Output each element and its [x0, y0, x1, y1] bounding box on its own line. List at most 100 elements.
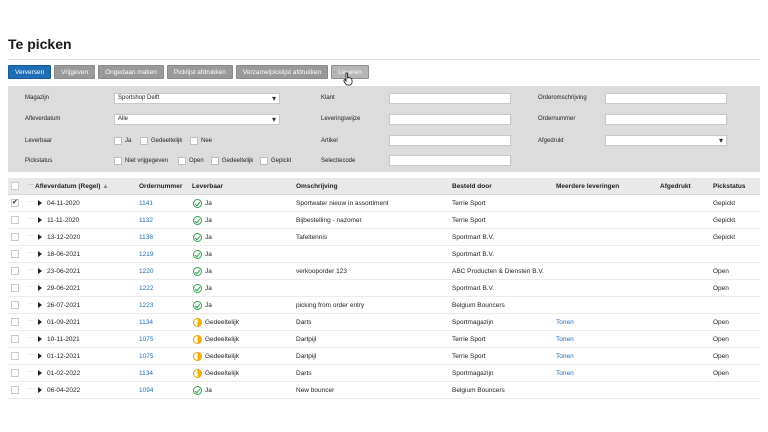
expand-row-icon[interactable] [38, 370, 42, 376]
row-menu-icon[interactable]: … [28, 215, 34, 221]
table-row[interactable]: … 11-11-2020 1132 Ja Bijbestelling - nazomer… [8, 212, 760, 229]
expand-row-icon[interactable] [38, 353, 42, 359]
col-afleverdatum[interactable]: Afleverdatum (Regel) ▲ [35, 183, 109, 190]
expand-row-icon[interactable] [38, 217, 42, 223]
row-checkbox[interactable] [11, 267, 19, 275]
col-afgedrukt[interactable]: Afgedrukt [660, 183, 691, 190]
magazijn-select[interactable]: Sportshop Delft [114, 93, 280, 104]
col-ordernummer[interactable]: Ordernummer [139, 183, 182, 190]
afleverdatum-select[interactable]: Alle [114, 114, 280, 125]
leverbaar-gedeeltelijk-checkbox[interactable] [140, 137, 148, 145]
pickstatus-niet-vrijgegeven-checkbox[interactable] [114, 157, 122, 165]
afgedrukt-select[interactable] [605, 135, 727, 146]
print-picklist-button[interactable]: Picklijst afdrukken [166, 65, 233, 79]
release-button[interactable]: Vrijgeven [54, 65, 96, 79]
row-checkbox[interactable] [11, 352, 19, 360]
row-checkbox[interactable] [11, 198, 19, 207]
row-checkbox[interactable] [11, 301, 19, 309]
table-row[interactable]: … 01-09-2021 1134 Gedeeltelijk Darts Sportmag… [8, 314, 760, 331]
row-checkbox[interactable] [11, 369, 19, 377]
row-checkbox[interactable] [11, 335, 19, 343]
leveringswijze-input[interactable] [389, 114, 511, 125]
ordernummer-link[interactable]: 1223 [139, 302, 153, 309]
table-row[interactable]: … 18-06-2021 1219 Ja Sportmart B.V. [8, 246, 760, 263]
row-menu-icon[interactable]: … [28, 198, 34, 204]
row-menu-icon[interactable]: … [28, 317, 34, 323]
ordernummer-link[interactable]: 1134 [139, 370, 153, 377]
ordernummer-input[interactable] [605, 114, 727, 125]
klant-input[interactable] [389, 93, 511, 104]
tonen-link[interactable]: Tonen [556, 353, 574, 360]
selectiecode-input[interactable] [389, 155, 511, 166]
print-collective-picklist-button[interactable]: Verzamelpicklijst afdrukken [235, 65, 329, 79]
row-menu-icon[interactable]: … [28, 232, 34, 238]
row-menu-icon[interactable]: … [28, 368, 34, 374]
expand-row-icon[interactable] [38, 336, 42, 342]
row-menu-icon[interactable]: … [28, 266, 34, 272]
table-row[interactable]: … 01-02-2022 1134 Gedeeltelijk Darts Sportmag… [8, 365, 760, 382]
table-row[interactable]: … 10-11-2021 1075 Gedeeltelijk Dartpijl Terri… [8, 331, 760, 348]
table-header: … Afleverdatum (Regel) ▲ Ordernummer Lev… [8, 178, 760, 195]
orderomschrijving-input[interactable] [605, 93, 727, 104]
table-body: … 04-11-2020 1141 Ja Sportwater nieuw in ass… [8, 195, 760, 399]
tonen-link[interactable]: Tonen [556, 319, 574, 326]
table-row[interactable]: … 04-11-2020 1141 Ja Sportwater nieuw in ass… [8, 195, 760, 212]
besteld-door-cell: Terrie Sport [452, 353, 486, 360]
row-menu-icon[interactable]: … [28, 283, 34, 289]
pickstatus-open-checkbox[interactable] [178, 157, 186, 165]
row-checkbox[interactable] [11, 386, 19, 394]
tonen-link[interactable]: Tonen [556, 336, 574, 343]
table-row[interactable]: … 01-12-2021 1075 Gedeeltelijk Dartpijl Terri… [8, 348, 760, 365]
ordernummer-link[interactable]: 1075 [139, 353, 153, 360]
expand-row-icon[interactable] [38, 200, 42, 206]
tonen-link[interactable]: Tonen [556, 370, 574, 377]
expand-row-icon[interactable] [38, 251, 42, 257]
pickstatus-gedeeltelijk-checkbox[interactable] [211, 157, 219, 165]
table-row[interactable]: … 23-06-2021 1220 Ja verkooporder 123 ABC Pro… [8, 263, 760, 280]
pickstatus-gepickt-checkbox[interactable] [260, 157, 268, 165]
ordernummer-link[interactable]: 1132 [139, 217, 153, 224]
ordernummer-link[interactable]: 1141 [139, 200, 153, 207]
table-row[interactable]: … 26-07-2021 1223 Ja picking from order entr… [8, 297, 760, 314]
artikel-input[interactable] [389, 135, 511, 146]
leverbaar-cell: Ja [205, 200, 212, 207]
ordernummer-link[interactable]: 1075 [139, 336, 153, 343]
ordernummer-link[interactable]: 1138 [139, 234, 153, 241]
table-row[interactable]: … 13-12-2020 1138 Ja Tafeltennis Sportmart B.… [8, 229, 760, 246]
row-checkbox[interactable] [11, 250, 19, 258]
row-menu-icon[interactable]: … [28, 334, 34, 340]
row-menu-icon[interactable]: … [28, 351, 34, 357]
expand-row-icon[interactable] [38, 234, 42, 240]
table-row[interactable]: … 29-06-2021 1222 Ja Sportmart B.V. Open [8, 280, 760, 297]
row-checkbox[interactable] [11, 233, 19, 241]
col-pickstatus[interactable]: Pickstatus [713, 183, 746, 190]
expand-row-icon[interactable] [38, 302, 42, 308]
select-all-checkbox[interactable] [11, 182, 19, 190]
row-checkbox[interactable] [11, 284, 19, 292]
leverbaar-nee-checkbox[interactable] [190, 137, 198, 145]
refresh-button[interactable]: Verversen [8, 65, 52, 79]
row-menu-icon[interactable]: … [28, 300, 34, 306]
ordernummer-link[interactable]: 1220 [139, 268, 153, 275]
row-checkbox[interactable] [11, 216, 19, 224]
expand-row-icon[interactable] [38, 268, 42, 274]
pickstatus-cell: Open [713, 370, 729, 377]
undo-button[interactable]: Ongedaan maken [98, 65, 164, 79]
col-meerdere-leveringen[interactable]: Meerdere leveringen [556, 183, 619, 190]
row-checkbox[interactable] [11, 318, 19, 326]
ordernummer-link[interactable]: 1094 [139, 387, 153, 394]
leverbaar-ja-checkbox[interactable] [114, 137, 122, 145]
col-omschrijving[interactable]: Omschrijving [296, 183, 338, 190]
col-besteld-door[interactable]: Besteld door [452, 183, 492, 190]
ordernummer-link[interactable]: 1134 [139, 319, 153, 326]
besteld-door-cell: Belgium Bouncers [452, 387, 505, 394]
row-menu-icon[interactable]: … [28, 249, 34, 255]
expand-row-icon[interactable] [38, 285, 42, 291]
row-menu-icon[interactable]: … [28, 385, 34, 391]
col-leverbaar[interactable]: Leverbaar [192, 183, 223, 190]
ordernummer-link[interactable]: 1219 [139, 251, 153, 258]
table-row[interactable]: … 06-04-2022 1094 Ja New bouncer Belgium Boun… [8, 382, 760, 399]
ordernummer-link[interactable]: 1222 [139, 285, 153, 292]
expand-row-icon[interactable] [38, 387, 42, 393]
expand-row-icon[interactable] [38, 319, 42, 325]
